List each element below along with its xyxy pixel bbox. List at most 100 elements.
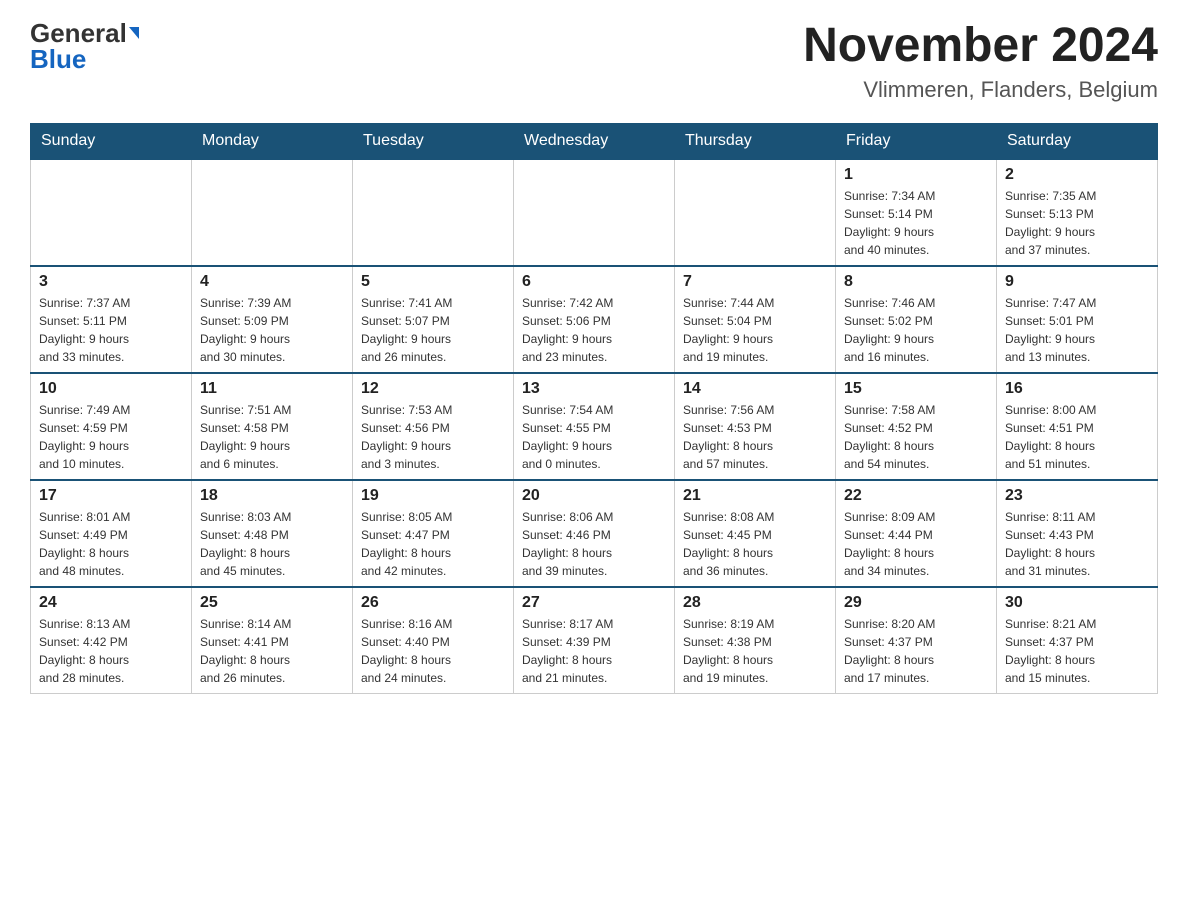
day-number: 4 — [200, 273, 344, 291]
day-info: Sunrise: 8:03 AM Sunset: 4:48 PM Dayligh… — [200, 508, 344, 580]
calendar-cell: 9 Sunrise: 7:47 AM Sunset: 5:01 PM Daylig… — [997, 266, 1158, 373]
day-info: Sunrise: 8:00 AM Sunset: 4:51 PM Dayligh… — [1005, 401, 1149, 473]
day-number: 8 — [844, 273, 988, 291]
logo-general: General — [30, 20, 127, 46]
logo-blue: Blue — [30, 46, 86, 72]
day-number: 11 — [200, 380, 344, 398]
calendar-cell: 3Sunrise: 7:37 AM Sunset: 5:11 PM Daylig… — [31, 266, 192, 373]
title-block: November 2024 Vlimmeren, Flanders, Belgi… — [803, 20, 1158, 103]
day-info: Sunrise: 8:05 AM Sunset: 4:47 PM Dayligh… — [361, 508, 505, 580]
calendar-cell: 20 Sunrise: 8:06 AM Sunset: 4:46 PM Dayli… — [514, 480, 675, 587]
day-info: Sunrise: 7:46 AM Sunset: 5:02 PM Dayligh… — [844, 294, 988, 366]
calendar-cell: 5Sunrise: 7:41 AM Sunset: 5:07 PM Daylig… — [353, 266, 514, 373]
calendar-cell: 6 Sunrise: 7:42 AM Sunset: 5:06 PM Daylig… — [514, 266, 675, 373]
calendar-cell: 18 Sunrise: 8:03 AM Sunset: 4:48 PM Dayli… — [192, 480, 353, 587]
calendar-cell: 23 Sunrise: 8:11 AM Sunset: 4:43 PM Dayli… — [997, 480, 1158, 587]
calendar-cell: 17 Sunrise: 8:01 AM Sunset: 4:49 PM Dayli… — [31, 480, 192, 587]
day-info: Sunrise: 8:11 AM Sunset: 4:43 PM Dayligh… — [1005, 508, 1149, 580]
calendar-cell: 27 Sunrise: 8:17 AM Sunset: 4:39 PM Dayli… — [514, 587, 675, 694]
day-number: 17 — [39, 487, 183, 505]
calendar-cell: 10Sunrise: 7:49 AM Sunset: 4:59 PM Dayli… — [31, 373, 192, 480]
day-info: Sunrise: 8:16 AM Sunset: 4:40 PM Dayligh… — [361, 615, 505, 687]
day-number: 16 — [1005, 380, 1149, 398]
day-info: Sunrise: 8:19 AM Sunset: 4:38 PM Dayligh… — [683, 615, 827, 687]
calendar-cell: 13 Sunrise: 7:54 AM Sunset: 4:55 PM Dayli… — [514, 373, 675, 480]
logo: General Blue — [30, 20, 139, 72]
day-info: Sunrise: 8:08 AM Sunset: 4:45 PM Dayligh… — [683, 508, 827, 580]
day-number: 30 — [1005, 594, 1149, 612]
week-row-3: 10Sunrise: 7:49 AM Sunset: 4:59 PM Dayli… — [31, 373, 1158, 480]
day-info: Sunrise: 7:53 AM Sunset: 4:56 PM Dayligh… — [361, 401, 505, 473]
day-number: 25 — [200, 594, 344, 612]
day-info: Sunrise: 8:09 AM Sunset: 4:44 PM Dayligh… — [844, 508, 988, 580]
day-number: 13 — [522, 380, 666, 398]
calendar-cell: 14 Sunrise: 7:56 AM Sunset: 4:53 PM Dayli… — [675, 373, 836, 480]
calendar-cell: 19 Sunrise: 8:05 AM Sunset: 4:47 PM Dayli… — [353, 480, 514, 587]
day-info: Sunrise: 7:54 AM Sunset: 4:55 PM Dayligh… — [522, 401, 666, 473]
day-info: Sunrise: 7:56 AM Sunset: 4:53 PM Dayligh… — [683, 401, 827, 473]
calendar-cell: 8 Sunrise: 7:46 AM Sunset: 5:02 PM Daylig… — [836, 266, 997, 373]
day-number: 19 — [361, 487, 505, 505]
calendar-cell: 26 Sunrise: 8:16 AM Sunset: 4:40 PM Dayli… — [353, 587, 514, 694]
calendar-cell: 30 Sunrise: 8:21 AM Sunset: 4:37 PM Dayli… — [997, 587, 1158, 694]
day-info: Sunrise: 7:47 AM Sunset: 5:01 PM Dayligh… — [1005, 294, 1149, 366]
day-info: Sunrise: 8:14 AM Sunset: 4:41 PM Dayligh… — [200, 615, 344, 687]
day-number: 1 — [844, 166, 988, 184]
calendar-cell: 15Sunrise: 7:58 AM Sunset: 4:52 PM Dayli… — [836, 373, 997, 480]
calendar-header-row: SundayMondayTuesdayWednesdayThursdayFrid… — [31, 123, 1158, 159]
calendar-cell: 25 Sunrise: 8:14 AM Sunset: 4:41 PM Dayli… — [192, 587, 353, 694]
day-number: 18 — [200, 487, 344, 505]
day-info: Sunrise: 7:51 AM Sunset: 4:58 PM Dayligh… — [200, 401, 344, 473]
col-header-tuesday: Tuesday — [353, 123, 514, 159]
day-number: 28 — [683, 594, 827, 612]
day-info: Sunrise: 7:49 AM Sunset: 4:59 PM Dayligh… — [39, 401, 183, 473]
day-number: 20 — [522, 487, 666, 505]
week-row-1: 1 Sunrise: 7:34 AM Sunset: 5:14 PM Daylig… — [31, 159, 1158, 266]
day-info: Sunrise: 7:44 AM Sunset: 5:04 PM Dayligh… — [683, 294, 827, 366]
day-number: 29 — [844, 594, 988, 612]
calendar-cell — [31, 159, 192, 266]
location-subtitle: Vlimmeren, Flanders, Belgium — [803, 77, 1158, 103]
day-info: Sunrise: 7:42 AM Sunset: 5:06 PM Dayligh… — [522, 294, 666, 366]
calendar-cell: 21 Sunrise: 8:08 AM Sunset: 4:45 PM Dayli… — [675, 480, 836, 587]
day-info: Sunrise: 7:34 AM Sunset: 5:14 PM Dayligh… — [844, 187, 988, 259]
calendar-cell: 16 Sunrise: 8:00 AM Sunset: 4:51 PM Dayli… — [997, 373, 1158, 480]
calendar-cell: 12 Sunrise: 7:53 AM Sunset: 4:56 PM Dayli… — [353, 373, 514, 480]
day-number: 15 — [844, 380, 988, 398]
day-number: 23 — [1005, 487, 1149, 505]
calendar-table: SundayMondayTuesdayWednesdayThursdayFrid… — [30, 123, 1158, 694]
logo-arrow-icon — [129, 27, 139, 39]
calendar-cell: 4 Sunrise: 7:39 AM Sunset: 5:09 PM Daylig… — [192, 266, 353, 373]
day-info: Sunrise: 8:13 AM Sunset: 4:42 PM Dayligh… — [39, 615, 183, 687]
day-number: 21 — [683, 487, 827, 505]
day-number: 26 — [361, 594, 505, 612]
day-number: 6 — [522, 273, 666, 291]
day-info: Sunrise: 7:41 AM Sunset: 5:07 PM Dayligh… — [361, 294, 505, 366]
calendar-cell — [514, 159, 675, 266]
calendar-cell — [192, 159, 353, 266]
day-number: 2 — [1005, 166, 1149, 184]
day-info: Sunrise: 8:01 AM Sunset: 4:49 PM Dayligh… — [39, 508, 183, 580]
day-info: Sunrise: 8:21 AM Sunset: 4:37 PM Dayligh… — [1005, 615, 1149, 687]
day-number: 7 — [683, 273, 827, 291]
col-header-thursday: Thursday — [675, 123, 836, 159]
day-number: 27 — [522, 594, 666, 612]
day-info: Sunrise: 8:17 AM Sunset: 4:39 PM Dayligh… — [522, 615, 666, 687]
month-year-title: November 2024 — [803, 20, 1158, 73]
day-number: 9 — [1005, 273, 1149, 291]
day-info: Sunrise: 8:06 AM Sunset: 4:46 PM Dayligh… — [522, 508, 666, 580]
day-number: 12 — [361, 380, 505, 398]
calendar-cell — [353, 159, 514, 266]
day-number: 24 — [39, 594, 183, 612]
day-info: Sunrise: 7:39 AM Sunset: 5:09 PM Dayligh… — [200, 294, 344, 366]
day-number: 22 — [844, 487, 988, 505]
col-header-sunday: Sunday — [31, 123, 192, 159]
week-row-5: 24 Sunrise: 8:13 AM Sunset: 4:42 PM Dayli… — [31, 587, 1158, 694]
day-number: 14 — [683, 380, 827, 398]
col-header-saturday: Saturday — [997, 123, 1158, 159]
calendar-cell: 24 Sunrise: 8:13 AM Sunset: 4:42 PM Dayli… — [31, 587, 192, 694]
col-header-monday: Monday — [192, 123, 353, 159]
calendar-cell: 11 Sunrise: 7:51 AM Sunset: 4:58 PM Dayli… — [192, 373, 353, 480]
col-header-friday: Friday — [836, 123, 997, 159]
calendar-cell: 22 Sunrise: 8:09 AM Sunset: 4:44 PM Dayli… — [836, 480, 997, 587]
